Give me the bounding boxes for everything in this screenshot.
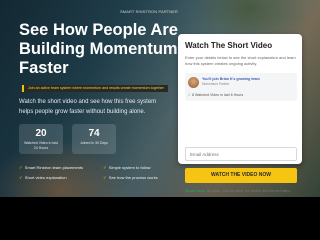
signup-card: Watch The Short Video Enter your details…	[178, 34, 302, 193]
check-icon: ✓	[188, 93, 192, 97]
hero-section: SMART RINSTRON PARTNER See How People Ar…	[0, 0, 320, 197]
hero-subtext: Watch the short video and see how this f…	[19, 99, 157, 115]
stat-value: 20	[35, 128, 47, 139]
bottom-bar	[0, 197, 320, 240]
watch-video-button[interactable]: WATCH THE VIDEO NOW	[185, 168, 297, 183]
check-icon: ✓	[103, 165, 107, 170]
watched-label: 8 Watched Video in last 6 Hours	[192, 93, 244, 97]
avatar	[188, 77, 199, 88]
benefit-item: ✓ Simple system to follow	[103, 165, 151, 171]
benefit-item: ✓ See how the process works	[103, 175, 158, 181]
card-title: Watch The Short Video	[185, 41, 273, 50]
secure-label: Secure form.	[185, 189, 206, 193]
benefit-item: ✓ Short video explanation	[19, 175, 67, 181]
testimonial-name: You'll join Brian K's growing team	[202, 77, 260, 81]
card-description: Enter your details below to see the shor…	[185, 55, 296, 66]
benefit-label: Short video explanation	[24, 175, 67, 180]
benefit-label: Simple system to follow	[108, 165, 151, 170]
benefit-item: ✓ Smart Rinstron team placements	[19, 165, 83, 171]
stat-joined: 74 Joined in 30 Days	[72, 124, 116, 154]
tagline-banner: Join an active team system where momentu…	[22, 85, 168, 92]
secure-note: Secure form. No spam. Just the video, th…	[185, 189, 303, 193]
testimonial-box: You'll join Brian K's growing team Momen…	[185, 73, 297, 101]
testimonial-subtitle: Momentum Partner	[202, 82, 230, 86]
check-icon: ✓	[19, 165, 23, 170]
stat-watched: 20 Watched Video in last 24 Hours	[19, 124, 63, 154]
benefit-label: See how the process works	[108, 175, 158, 180]
page-headline: See How People Are Building Momentum Fas…	[19, 21, 178, 77]
email-field[interactable]	[185, 147, 297, 161]
stat-value: 74	[88, 128, 100, 139]
stat-label: Joined in 30 Days	[80, 141, 108, 145]
secure-text: No spam. Just the video, the details, an…	[206, 189, 291, 193]
check-icon: ✓	[103, 175, 107, 180]
benefit-label: Smart Rinstron team placements	[24, 165, 84, 170]
stat-label: Watched Video in last 24 Hours	[24, 141, 58, 150]
top-caption: SMART RINSTRON PARTNER	[120, 9, 178, 14]
landing-page: SMART RINSTRON PARTNER See How People Ar…	[0, 0, 320, 240]
check-icon: ✓	[19, 175, 23, 180]
testimonial-watched: ✓8 Watched Video in last 6 Hours	[188, 93, 243, 97]
